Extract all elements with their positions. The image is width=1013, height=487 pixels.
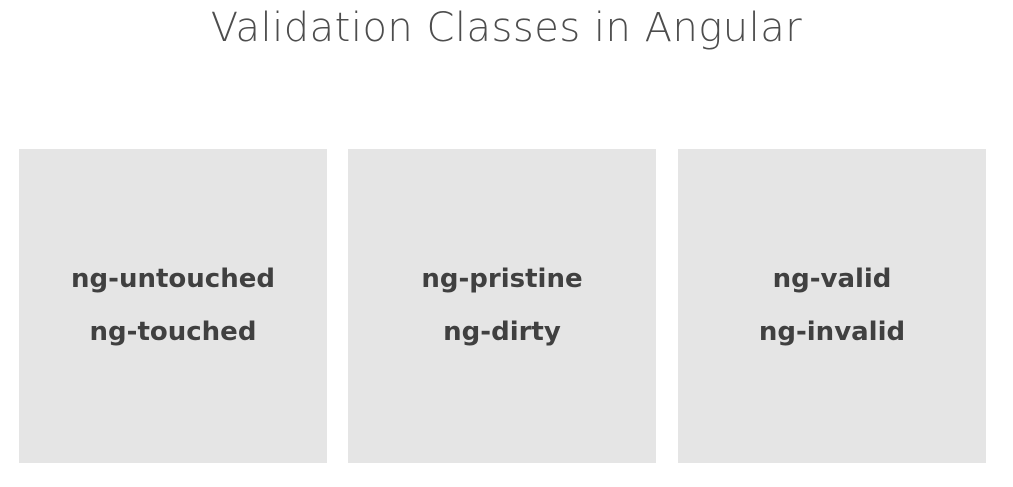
- class-label-dirty: ng-dirty: [443, 317, 561, 347]
- card-validity-state: ng-valid ng-invalid: [678, 149, 986, 463]
- class-label-touched: ng-touched: [89, 317, 257, 347]
- card-touched-state: ng-untouched ng-touched: [19, 149, 327, 463]
- slide-title: Validation Classes in Angular: [210, 5, 803, 51]
- class-label-pristine: ng-pristine: [421, 264, 583, 294]
- card-dirty-state: ng-pristine ng-dirty: [348, 149, 656, 463]
- class-label-valid: ng-valid: [772, 264, 892, 294]
- class-label-invalid: ng-invalid: [758, 317, 906, 347]
- class-label-untouched: ng-untouched: [71, 264, 275, 294]
